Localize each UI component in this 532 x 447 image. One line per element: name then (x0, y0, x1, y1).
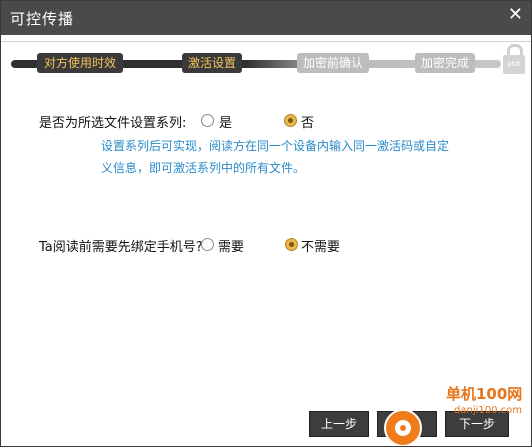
series-yes-radio[interactable] (201, 114, 214, 127)
series-yes-label[interactable]: 是 (219, 112, 232, 131)
phone-noneed-radio[interactable] (285, 238, 298, 251)
phone-noneed-label[interactable]: 不需要 (301, 236, 340, 255)
series-no-label[interactable]: 否 (301, 112, 314, 131)
series-info-line-1: 设置系列后可实现，阅读方在同一个设备内输入同一激活码或自定 (101, 139, 450, 153)
watermark-logo: 单机100网 danji100.com (384, 381, 531, 446)
lock-icon: pbb (501, 44, 527, 74)
watermark-url: danji100.com (454, 405, 522, 416)
lock-label: pbb (503, 55, 525, 74)
phone-need-radio[interactable] (201, 238, 214, 251)
title-bar[interactable]: 可控传播 ✕ (1, 1, 531, 35)
watermark-circle-icon (384, 409, 422, 446)
window-title: 可控传播 (10, 10, 75, 28)
series-no-radio[interactable] (284, 114, 297, 127)
step-3: 加密前确认 (297, 53, 369, 73)
series-question-label: 是否为所选文件设置系列: (39, 116, 187, 131)
close-icon[interactable]: ✕ (508, 4, 523, 25)
prev-button[interactable]: 上一步 (309, 411, 369, 437)
divider (1, 41, 531, 42)
step-2: 激活设置 (182, 53, 242, 73)
series-info-line-2: 义信息，即可激活系列中的所有文件。 (101, 161, 306, 175)
phone-need-label[interactable]: 需要 (218, 236, 244, 255)
dialog-window: 可控传播 ✕ 对方使用时效 激活设置 加密前确认 加密完成 pbb 是否为所选文… (0, 0, 532, 447)
step-4: 加密完成 (415, 53, 475, 73)
phone-question-label: Ta阅读前需要先绑定手机号? (39, 240, 203, 255)
series-info-text: 设置系列后可实现，阅读方在同一个设备内输入同一激活码或自定 义信息，即可激活系列… (101, 135, 461, 179)
watermark-text: 单机100网 (446, 385, 523, 403)
step-1: 对方使用时效 (37, 53, 123, 73)
